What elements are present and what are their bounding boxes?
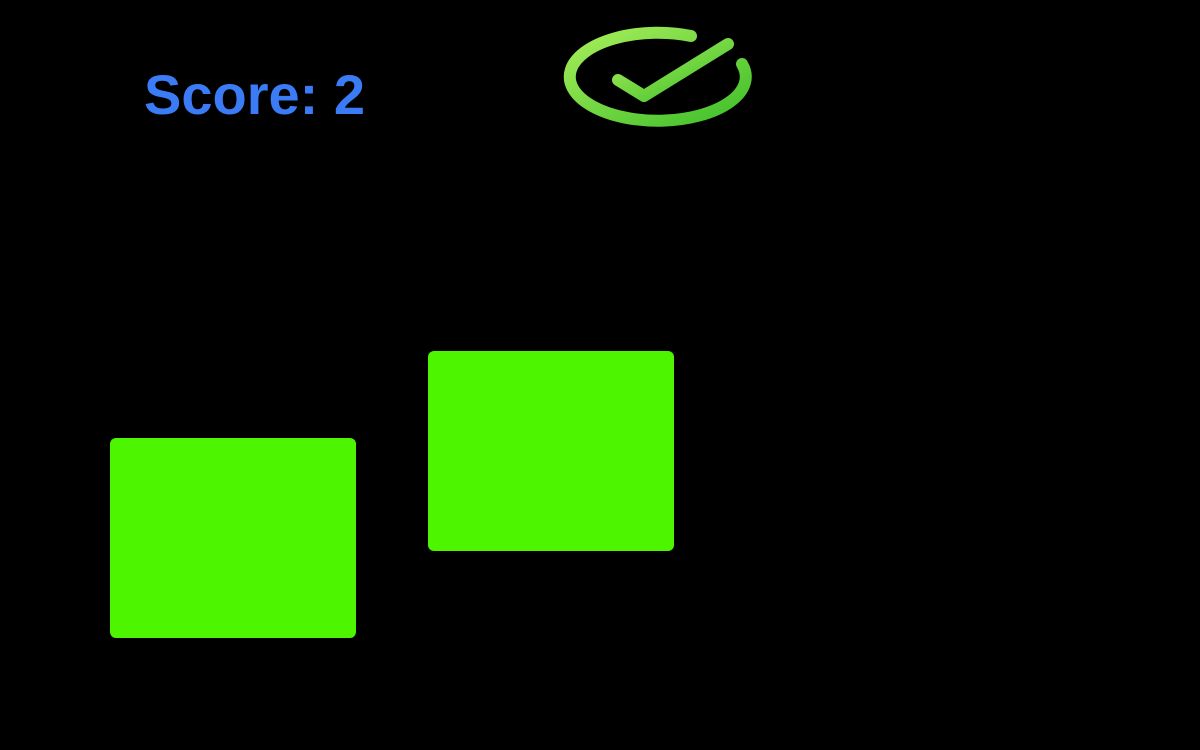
score-display: Score: 2 [144, 60, 365, 130]
score-label: Score: [144, 63, 319, 126]
check-circle-icon [556, 24, 761, 134]
green-tile-right[interactable] [428, 351, 674, 551]
game-stage: Score: 2 [0, 0, 1200, 750]
green-tile-left[interactable] [110, 438, 356, 638]
score-value: 2 [333, 63, 366, 126]
